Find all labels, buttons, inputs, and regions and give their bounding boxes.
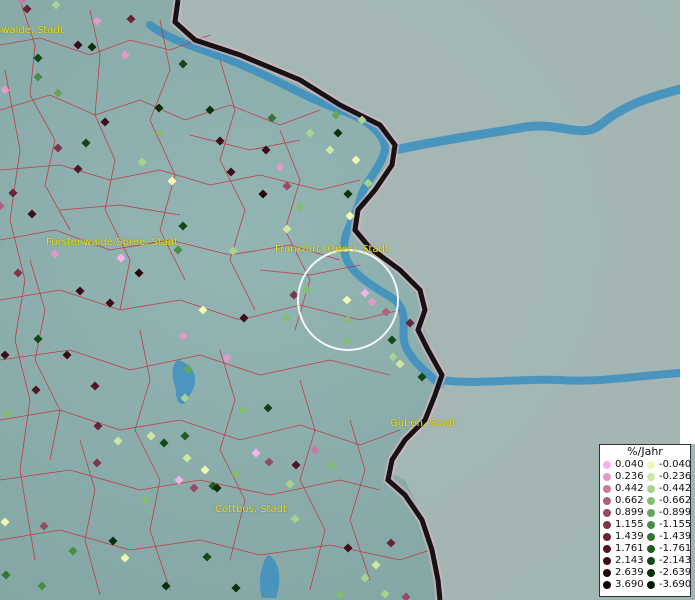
legend-value: -1.761 bbox=[659, 543, 692, 554]
legend-value: 1.439 bbox=[615, 531, 644, 542]
legend-value: -0.442 bbox=[659, 483, 692, 494]
legend-value: -0.040 bbox=[659, 459, 692, 470]
legend-value: 0.662 bbox=[615, 495, 644, 506]
legend-value: -3.690 bbox=[659, 579, 692, 590]
legend-swatch bbox=[603, 473, 611, 481]
legend-value: 0.442 bbox=[615, 483, 644, 494]
legend-swatch bbox=[647, 545, 655, 553]
legend-value: -2.639 bbox=[659, 567, 692, 578]
legend-swatch bbox=[603, 509, 611, 517]
legend-swatch bbox=[647, 521, 655, 529]
legend-value: 1.155 bbox=[615, 519, 644, 530]
city-label-eberswalde: swalde, Stadt bbox=[0, 25, 64, 36]
legend-swatch bbox=[603, 557, 611, 565]
map-canvas[interactable] bbox=[0, 0, 695, 600]
legend-swatch bbox=[603, 545, 611, 553]
legend-swatch bbox=[647, 569, 655, 577]
city-label-fuerstenwalde: Fürstenwalde/Spree, Stadt bbox=[46, 237, 179, 248]
legend-value: -0.662 bbox=[659, 495, 692, 506]
legend-swatch bbox=[603, 485, 611, 493]
legend-swatch bbox=[647, 485, 655, 493]
legend-swatch bbox=[603, 581, 611, 589]
map-edge-strip bbox=[680, 0, 695, 444]
legend-title: %/Jahr bbox=[627, 445, 663, 458]
legend-swatch bbox=[647, 497, 655, 505]
city-label-cottbus: Cottbus, Stadt bbox=[215, 504, 287, 515]
legend-swatch bbox=[647, 533, 655, 541]
legend-swatch bbox=[647, 581, 655, 589]
legend-value: 0.899 bbox=[615, 507, 644, 518]
city-label-frankfurt: Frankfurt (Oder), Stadt bbox=[275, 244, 389, 255]
legend-swatch bbox=[603, 521, 611, 529]
legend-swatch bbox=[603, 569, 611, 577]
legend-value: -0.236 bbox=[659, 471, 692, 482]
legend-value: -0.899 bbox=[659, 507, 692, 518]
legend-value: 1.761 bbox=[615, 543, 644, 554]
legend-value: 0.040 bbox=[615, 459, 644, 470]
legend: %/Jahr 0.040 -0.040 0.236 -0.236 0.442 -0.442… bbox=[599, 444, 691, 597]
legend-value: 2.143 bbox=[615, 555, 644, 566]
legend-swatch bbox=[647, 461, 655, 469]
legend-swatch bbox=[647, 473, 655, 481]
legend-value: 0.236 bbox=[615, 471, 644, 482]
legend-swatch bbox=[647, 557, 655, 565]
legend-swatch bbox=[603, 533, 611, 541]
legend-value: -1.155 bbox=[659, 519, 692, 530]
legend-value: 3.690 bbox=[615, 579, 644, 590]
city-label-guben: Guben, Stadt bbox=[390, 418, 456, 429]
legend-swatch bbox=[603, 497, 611, 505]
legend-value: 2.639 bbox=[615, 567, 644, 578]
legend-value: -1.439 bbox=[659, 531, 692, 542]
legend-swatch bbox=[603, 461, 611, 469]
legend-swatch bbox=[647, 509, 655, 517]
legend-value: -2.143 bbox=[659, 555, 692, 566]
